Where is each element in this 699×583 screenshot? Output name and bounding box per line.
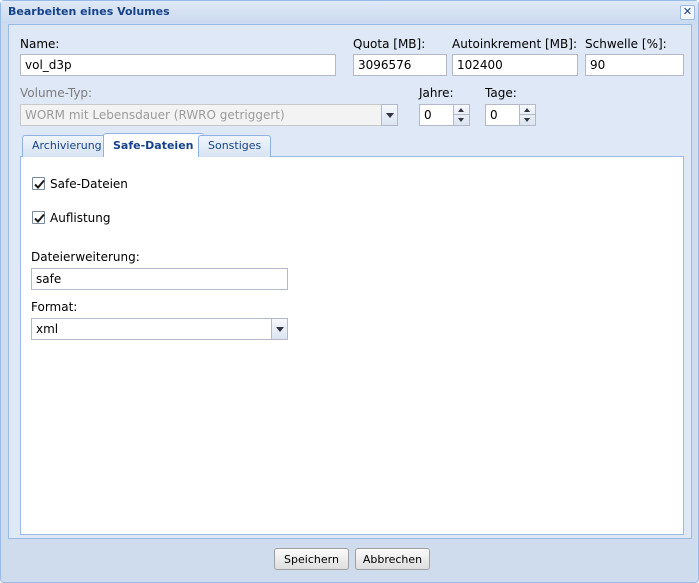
schwelle-label: Schwelle [%]: xyxy=(585,37,667,51)
chevron-down-icon xyxy=(386,113,394,118)
title-bar[interactable]: Bearbeiten eines Volumes ✕ xyxy=(1,1,698,23)
checkmark-icon xyxy=(34,213,45,223)
dateierweiterung-input[interactable]: safe xyxy=(31,268,288,290)
spinner-down-icon[interactable] xyxy=(454,115,469,125)
name-label: Name: xyxy=(20,37,60,51)
name-input[interactable]: vol_d3p xyxy=(20,54,336,76)
spinner-up-icon[interactable] xyxy=(520,105,535,115)
tab-sonstiges[interactable]: Sonstiges xyxy=(198,135,272,157)
tage-label: Tage: xyxy=(485,86,517,100)
dialog-title: Bearbeiten eines Volumes xyxy=(8,5,170,18)
tab-safe-dateien[interactable]: Safe-Dateien xyxy=(103,133,204,158)
cancel-button[interactable]: Abbrechen xyxy=(355,548,430,570)
quota-label: Quota [MB]: xyxy=(353,37,426,51)
quota-input[interactable]: 3096576 xyxy=(353,54,447,76)
spinner-up-icon[interactable] xyxy=(454,105,469,115)
dateierweiterung-label: Dateierweiterung: xyxy=(31,250,140,264)
volume-typ-label: Volume-Typ: xyxy=(20,86,93,100)
autoinkrement-input[interactable]: 102400 xyxy=(452,54,578,76)
format-label: Format: xyxy=(31,300,78,314)
format-select[interactable]: xml xyxy=(31,318,272,340)
close-icon[interactable]: ✕ xyxy=(680,5,695,20)
chevron-down-icon xyxy=(276,327,284,332)
jahre-input[interactable]: 0 xyxy=(419,104,454,126)
safe-dateien-panel: Safe-Dateien Auflistung Dateierweiterung… xyxy=(20,157,684,535)
auflistung-checkbox-label: Auflistung xyxy=(50,211,111,225)
safe-dateien-checkbox[interactable] xyxy=(32,177,45,190)
dialog-body: Name: Quota [MB]: Autoinkrement [MB]: Sc… xyxy=(8,24,692,539)
safe-dateien-checkbox-label: Safe-Dateien xyxy=(50,177,128,191)
jahre-label: Jahre: xyxy=(419,86,454,100)
autoinkrement-label: Autoinkrement [MB]: xyxy=(452,37,577,51)
format-dropdown-trigger[interactable] xyxy=(271,318,288,340)
spinner-down-icon[interactable] xyxy=(520,115,535,125)
volume-typ-select[interactable]: WORM mit Lebensdauer (RWRO getriggert) xyxy=(20,104,382,126)
auflistung-checkbox[interactable] xyxy=(32,211,45,224)
dialog-window: Bearbeiten eines Volumes ✕ Name: Quota [… xyxy=(0,0,699,583)
tage-input[interactable]: 0 xyxy=(485,104,520,126)
schwelle-input[interactable]: 90 xyxy=(585,54,684,76)
tab-archivierung[interactable]: Archivierung xyxy=(22,135,112,157)
checkmark-icon xyxy=(34,179,45,189)
tage-spinner[interactable] xyxy=(519,104,536,126)
tab-strip: Archivierung Safe-Dateien Sonstiges xyxy=(20,133,684,158)
save-button[interactable]: Speichern xyxy=(274,548,349,570)
volume-typ-dropdown-trigger[interactable] xyxy=(381,104,398,126)
jahre-spinner[interactable] xyxy=(453,104,470,126)
